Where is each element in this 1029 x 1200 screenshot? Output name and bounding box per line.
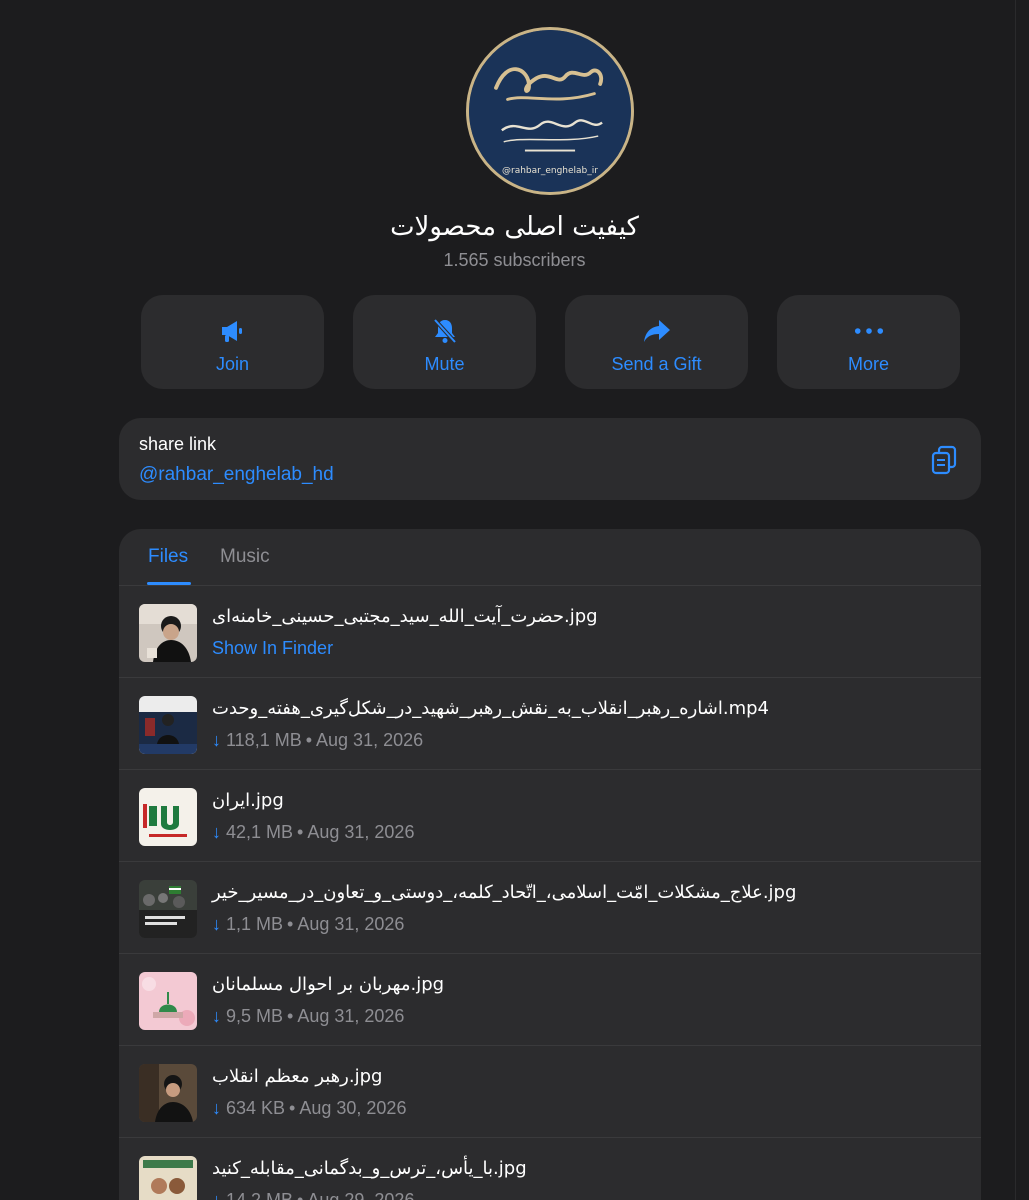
download-arrow-icon[interactable]: ↓ bbox=[212, 1006, 226, 1027]
subscriber-count: 1.565 subscribers bbox=[443, 250, 586, 270]
more-button-label: More bbox=[847, 354, 889, 374]
file-size: 634 KB bbox=[226, 1098, 286, 1118]
mute-button[interactable]: Mute bbox=[353, 295, 536, 389]
show-in-finder-link[interactable]: Show In Finder bbox=[212, 638, 333, 659]
file-thumbnail bbox=[139, 788, 197, 846]
file-size: 42,1 MB bbox=[226, 822, 294, 842]
tab-files[interactable]: Files bbox=[148, 546, 188, 568]
share-link-title: share link bbox=[139, 434, 217, 454]
mute-button-label: Mute bbox=[424, 354, 465, 374]
file-date: Aug 31, 2026 bbox=[307, 822, 415, 842]
download-arrow-icon[interactable]: ↓ bbox=[212, 730, 226, 751]
ellipsis-icon bbox=[854, 317, 884, 345]
copy-icon[interactable] bbox=[929, 444, 961, 476]
send-gift-button-label: Send a Gift bbox=[611, 354, 702, 374]
file-name: حضرت_آیت_الله_سید_مجتبی_حسینی_خامنه‌ای.j… bbox=[212, 606, 598, 627]
send-gift-button[interactable]: Send a Gift bbox=[565, 295, 748, 389]
file-name: اشاره_رهبر_انقلاب_به_نقش_رهبر_شهید_در_شک… bbox=[212, 698, 769, 719]
file-thumbnail bbox=[139, 972, 197, 1030]
file-size: 14,2 MB bbox=[226, 1190, 294, 1200]
share-link-card: share link @rahbar_enghelab_hd bbox=[119, 418, 981, 500]
tab-music[interactable]: Music bbox=[220, 546, 270, 568]
meta-separator: • bbox=[305, 730, 313, 750]
file-thumbnail bbox=[139, 696, 197, 754]
channel-info-page: @rahbar_enghelab_ir کیفیت اصلی محصولات 1… bbox=[0, 0, 1029, 1200]
file-meta: ↓ 42,1 MB • Aug 31, 2026 bbox=[212, 822, 414, 843]
file-meta: ↓ 1,1 MB • Aug 31, 2026 bbox=[212, 914, 404, 935]
channel-title: کیفیت اصلی محصولات bbox=[390, 212, 639, 242]
join-button[interactable]: Join bbox=[141, 295, 324, 389]
file-name: رهبر معظم انقلاب.jpg bbox=[212, 1066, 383, 1087]
file-size: 1,1 MB bbox=[226, 914, 284, 934]
file-thumbnail bbox=[139, 604, 197, 662]
file-date: Aug 31, 2026 bbox=[316, 730, 424, 750]
file-row[interactable]: با_یأس،_ترس_و_بدگمانی_مقابله_کنید.jpg ↓ 1… bbox=[119, 1138, 981, 1200]
file-meta: ↓ 9,5 MB • Aug 31, 2026 bbox=[212, 1006, 404, 1027]
file-meta: ↓ 634 KB • Aug 30, 2026 bbox=[212, 1098, 406, 1119]
share-link-url[interactable]: @rahbar_enghelab_hd bbox=[139, 464, 334, 486]
share-arrow-icon bbox=[642, 317, 672, 345]
file-date: Aug 31, 2026 bbox=[297, 1006, 405, 1026]
channel-avatar[interactable]: @rahbar_enghelab_ir bbox=[466, 27, 634, 195]
file-row[interactable]: مهربان بر احوال مسلمانان.jpg ↓ 9,5 MB • Aug… bbox=[119, 954, 981, 1046]
more-button[interactable]: More bbox=[777, 295, 960, 389]
join-button-label: Join bbox=[215, 354, 250, 374]
file-size: 118,1 MB bbox=[226, 730, 302, 750]
file-name: علاج_مشکلات_امّت_اسلامی،_اتّحاد_کلمه،_دو… bbox=[212, 882, 797, 903]
file-date: Aug 30, 2026 bbox=[299, 1098, 407, 1118]
file-size: 9,5 MB bbox=[226, 1006, 284, 1026]
meta-separator: • bbox=[287, 1006, 294, 1026]
download-arrow-icon[interactable]: ↓ bbox=[212, 822, 226, 843]
scrollbar-track bbox=[1015, 0, 1016, 1200]
bell-slash-icon bbox=[430, 317, 460, 345]
file-meta: ↓ 118,1 MB • Aug 31, 2026 bbox=[212, 730, 423, 751]
file-name: مهربان بر احوال مسلمانان.jpg bbox=[212, 974, 445, 995]
file-name: با_یأس،_ترس_و_بدگمانی_مقابله_کنید.jpg bbox=[212, 1158, 527, 1179]
download-arrow-icon[interactable]: ↓ bbox=[212, 1098, 226, 1119]
file-row[interactable]: اشاره_رهبر_انقلاب_به_نقش_رهبر_شهید_در_شک… bbox=[119, 678, 981, 770]
avatar-handle-text: @rahbar_enghelab_ir bbox=[502, 166, 598, 176]
file-thumbnail bbox=[139, 1064, 197, 1122]
meta-separator: • bbox=[297, 822, 304, 842]
file-row[interactable]: رهبر معظم انقلاب.jpg ↓ 634 KB • Aug 30, 202… bbox=[119, 1046, 981, 1138]
file-row[interactable]: علاج_مشکلات_امّت_اسلامی،_اتّحاد_کلمه،_دو… bbox=[119, 862, 981, 954]
megaphone-icon bbox=[218, 317, 248, 345]
download-arrow-icon[interactable]: ↓ bbox=[212, 1190, 226, 1200]
meta-separator: • bbox=[297, 1190, 304, 1200]
file-thumbnail bbox=[139, 880, 197, 938]
download-arrow-icon[interactable]: ↓ bbox=[212, 914, 226, 935]
meta-separator: • bbox=[289, 1098, 296, 1118]
file-name: ایران.jpg bbox=[212, 790, 284, 811]
meta-separator: • bbox=[287, 914, 294, 934]
file-row[interactable]: ایران.jpg ↓ 42,1 MB • Aug 31, 2026 bbox=[119, 770, 981, 862]
file-meta: ↓ 14,2 MB • Aug 29, 2026 bbox=[212, 1190, 414, 1200]
shared-media-card: Files Music حضرت_آیت_الله_سید_مجتبی_حسین… bbox=[119, 529, 981, 1200]
file-row[interactable]: حضرت_آیت_الله_سید_مجتبی_حسینی_خامنه‌ای.j… bbox=[119, 586, 981, 678]
file-date: Aug 29, 2026 bbox=[307, 1190, 415, 1200]
file-thumbnail bbox=[139, 1156, 197, 1200]
file-date: Aug 31, 2026 bbox=[297, 914, 405, 934]
